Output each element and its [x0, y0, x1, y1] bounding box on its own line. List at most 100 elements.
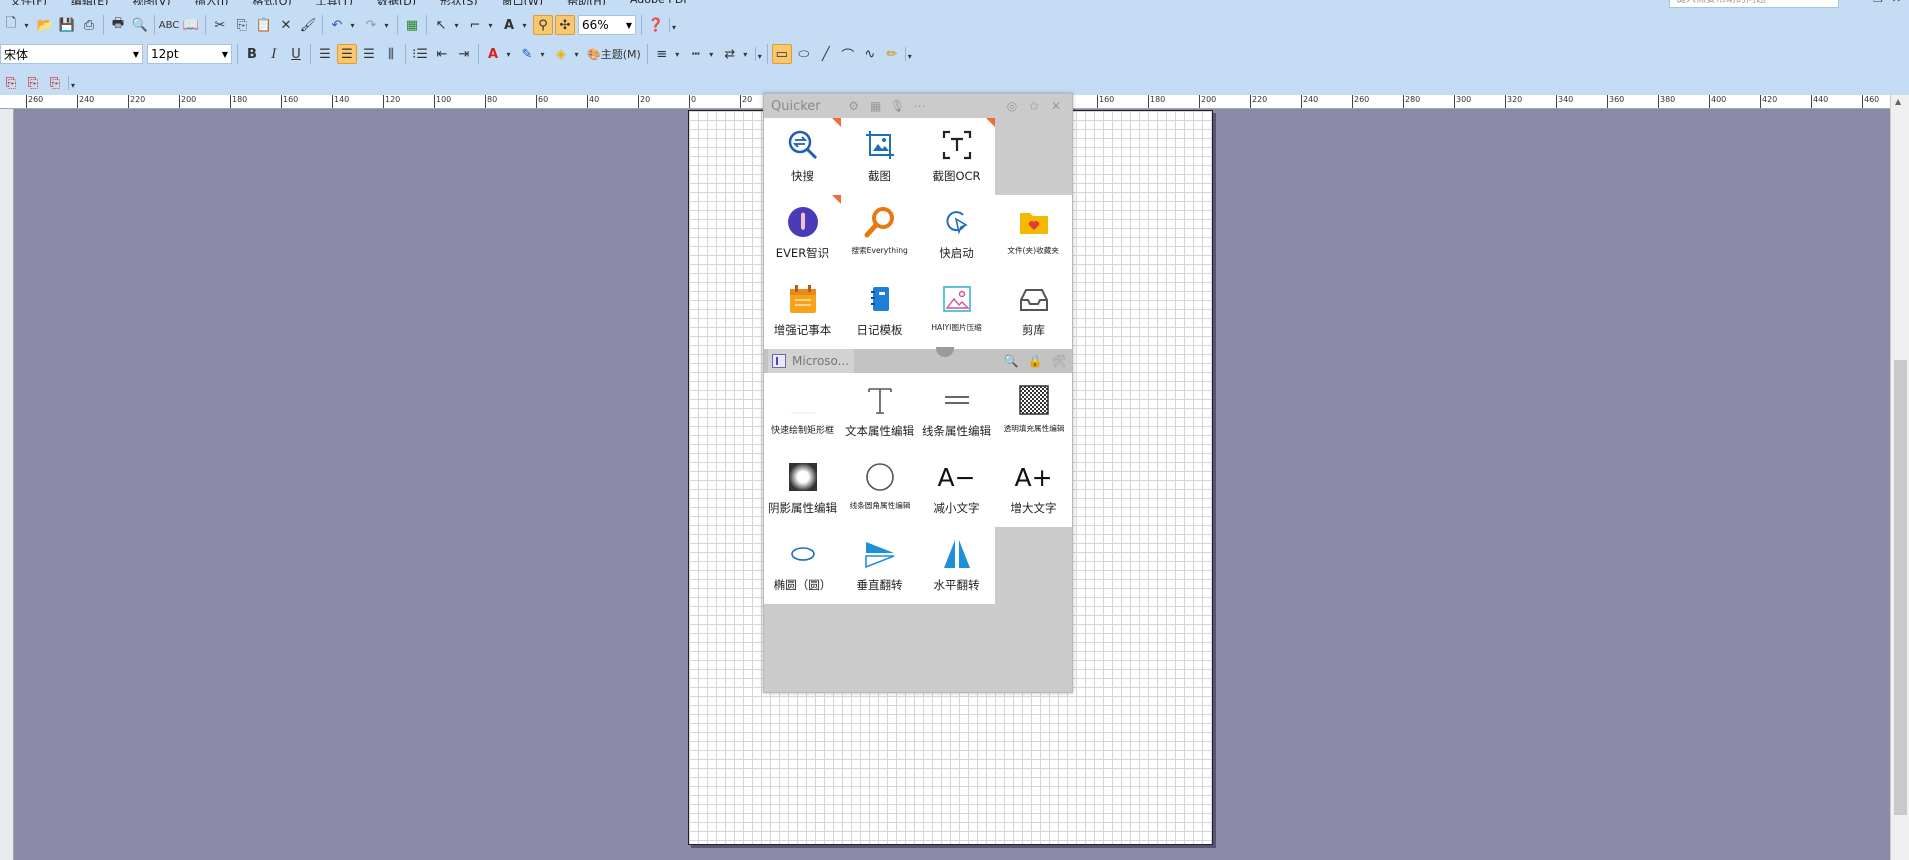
research-icon[interactable]: 📖 [181, 15, 201, 35]
pin-icon[interactable]: ✩ [1025, 97, 1043, 115]
lock-icon[interactable]: 🔒 [1026, 352, 1044, 370]
toolbar-options-icon[interactable]: ▾ [669, 18, 678, 32]
font-color-dropdown-icon[interactable]: ▾ [504, 50, 513, 59]
align-left-icon[interactable]: ☰ [315, 44, 335, 64]
user-icon[interactable]: ◎ [1003, 97, 1021, 115]
microphone-icon[interactable]: 🎙 [889, 97, 907, 115]
freeform-tool-icon[interactable]: ∿ [860, 44, 880, 64]
line-color-dropdown-icon[interactable]: ▾ [538, 50, 547, 59]
menu-item[interactable]: 文件(F) [10, 0, 47, 5]
quicker-action[interactable]: 截图OCR [918, 118, 995, 195]
quicker-action[interactable]: 垂直翻转 [841, 527, 918, 604]
scrollbar-thumb[interactable] [1894, 360, 1907, 815]
line-pattern-dropdown-icon[interactable]: ▾ [707, 50, 716, 59]
line-pattern-icon[interactable]: ┅ [686, 44, 706, 64]
quicker-action[interactable]: A+ 增大文字 [995, 450, 1072, 527]
pointer-tool-icon[interactable]: ↖ [431, 15, 451, 35]
undo-dropdown-icon[interactable]: ▾ [348, 21, 357, 30]
line-ends-icon[interactable]: ⇄ [720, 44, 740, 64]
line-weight-dropdown-icon[interactable]: ▾ [673, 50, 682, 59]
toolbar-options-icon[interactable]: ▾ [754, 47, 764, 61]
font-name-combo[interactable]: 宋体 ▼ [0, 44, 143, 64]
quicker-action[interactable]: A− 减小文字 [918, 450, 995, 527]
vertical-align-icon[interactable]: ⫼ [381, 44, 401, 64]
copy-icon[interactable]: ⎘ [232, 15, 252, 35]
ellipse-tool-icon[interactable]: ⬭ [794, 44, 814, 64]
menu-item[interactable]: Adobe PDF [630, 0, 690, 5]
gear-icon[interactable]: ⚙ [845, 97, 863, 115]
shapes-icon[interactable]: ▦ [402, 15, 422, 35]
line-tool-icon[interactable]: ╱ [816, 44, 836, 64]
underline-button[interactable]: U [286, 44, 306, 64]
search-icon[interactable]: 🔍 [1002, 352, 1020, 370]
menu-item[interactable]: 形状(S) [440, 0, 478, 5]
connection-point-icon[interactable]: ⚲ [533, 15, 553, 35]
print-icon[interactable]: 🖶 [108, 15, 128, 35]
restore-icon[interactable]: ❐ [1873, 0, 1883, 5]
pdf-review-icon[interactable]: ⎘ [45, 73, 65, 93]
increase-indent-icon[interactable]: ⇥ [454, 44, 474, 64]
spelling-icon[interactable]: ABC [159, 15, 180, 35]
new-doc-icon[interactable]: 🗋 [1, 15, 21, 35]
pdf-email-icon[interactable]: ⎘ [23, 73, 43, 93]
vertical-scrollbar[interactable]: ▲ [1890, 95, 1909, 860]
delete-icon[interactable]: ✕ [276, 15, 296, 35]
scroll-up-icon[interactable]: ▲ [1895, 97, 1901, 106]
close-icon[interactable]: ✕ [1047, 97, 1065, 115]
quicker-action[interactable]: 线条属性编辑 [918, 373, 995, 450]
help-icon[interactable]: ❓ [646, 15, 666, 35]
redo-dropdown-icon[interactable]: ▾ [382, 21, 391, 30]
quicker-action[interactable]: 文本属性编辑 [841, 373, 918, 450]
print-preview-icon[interactable]: 🔍 [130, 15, 150, 35]
more-icon[interactable]: ⋯ [911, 97, 929, 115]
toolbar-options-icon[interactable]: ▾ [904, 47, 914, 61]
align-center-icon[interactable]: ☰ [337, 44, 357, 64]
pointer-dropdown-icon[interactable]: ▾ [452, 21, 461, 30]
redo-icon[interactable]: ↷ [361, 15, 381, 35]
new-dropdown-icon[interactable]: ▾ [22, 21, 31, 30]
menu-item[interactable]: 工具(T) [316, 0, 353, 5]
quicker-action[interactable]: 快启动 [918, 195, 995, 272]
align-right-icon[interactable]: ☰ [359, 44, 379, 64]
grid-icon[interactable]: ▦ [867, 97, 885, 115]
tools-icon[interactable]: 🛠 [1050, 352, 1068, 370]
format-painter-icon[interactable]: 🖌 [298, 15, 318, 35]
decrease-indent-icon[interactable]: ⇤ [432, 44, 452, 64]
cut-icon[interactable]: ✂ [210, 15, 230, 35]
menu-item[interactable]: 窗口(W) [502, 0, 543, 5]
menu-item[interactable]: 编辑(E) [71, 0, 109, 5]
menu-item[interactable]: 插入(I) [195, 0, 229, 5]
font-color-icon[interactable]: A [483, 44, 503, 64]
quicker-action[interactable]: 截图 [841, 118, 918, 195]
rectangle-tool-icon[interactable]: ▭ [771, 44, 792, 64]
quicker-action[interactable]: HAIYI图片压缩 [918, 272, 995, 349]
quicker-action[interactable]: 透明填充属性编辑 [995, 373, 1072, 450]
theme-button[interactable]: 🎨 主题(M) [585, 44, 643, 64]
line-weight-icon[interactable]: ≡ [652, 44, 672, 64]
fill-color-icon[interactable]: ◈ [551, 44, 571, 64]
fill-color-dropdown-icon[interactable]: ▾ [572, 50, 581, 59]
quicker-action[interactable]: 水平翻转 [918, 527, 995, 604]
line-color-icon[interactable]: ✎ [517, 44, 537, 64]
help-search-input[interactable]: 键入需要帮助的问题 [1669, 0, 1839, 8]
quicker-action[interactable]: 快速绘制矩形框 [764, 373, 841, 450]
quicker-action[interactable]: 文件(夹)收藏夹 [995, 195, 1072, 272]
arc-tool-icon[interactable]: ⌒ [838, 44, 858, 64]
zoom-combo[interactable]: 66% ▼ [578, 15, 636, 35]
bold-button[interactable]: B [242, 44, 262, 64]
quicker-action[interactable]: 增强记事本 [764, 272, 841, 349]
close-icon[interactable]: ✕ [1892, 0, 1901, 5]
undo-icon[interactable]: ↶ [327, 15, 347, 35]
quicker-action[interactable]: 阴影属性编辑 [764, 450, 841, 527]
save-icon[interactable]: 💾 [57, 15, 77, 35]
pencil-tool-icon[interactable]: ✏ [882, 44, 902, 64]
connector-dropdown-icon[interactable]: ▾ [486, 21, 495, 30]
quicker-action[interactable]: 搜索Everything [841, 195, 918, 272]
snap-glue-icon[interactable]: ✣ [555, 15, 575, 35]
font-size-combo[interactable]: 12pt ▼ [147, 44, 232, 64]
connector-tool-icon[interactable]: ⌐ [465, 15, 485, 35]
permission-icon[interactable]: ⎙ [79, 15, 99, 35]
quicker-action[interactable]: 剪库 [995, 272, 1072, 349]
italic-button[interactable]: I [264, 44, 284, 64]
line-ends-dropdown-icon[interactable]: ▾ [741, 50, 750, 59]
